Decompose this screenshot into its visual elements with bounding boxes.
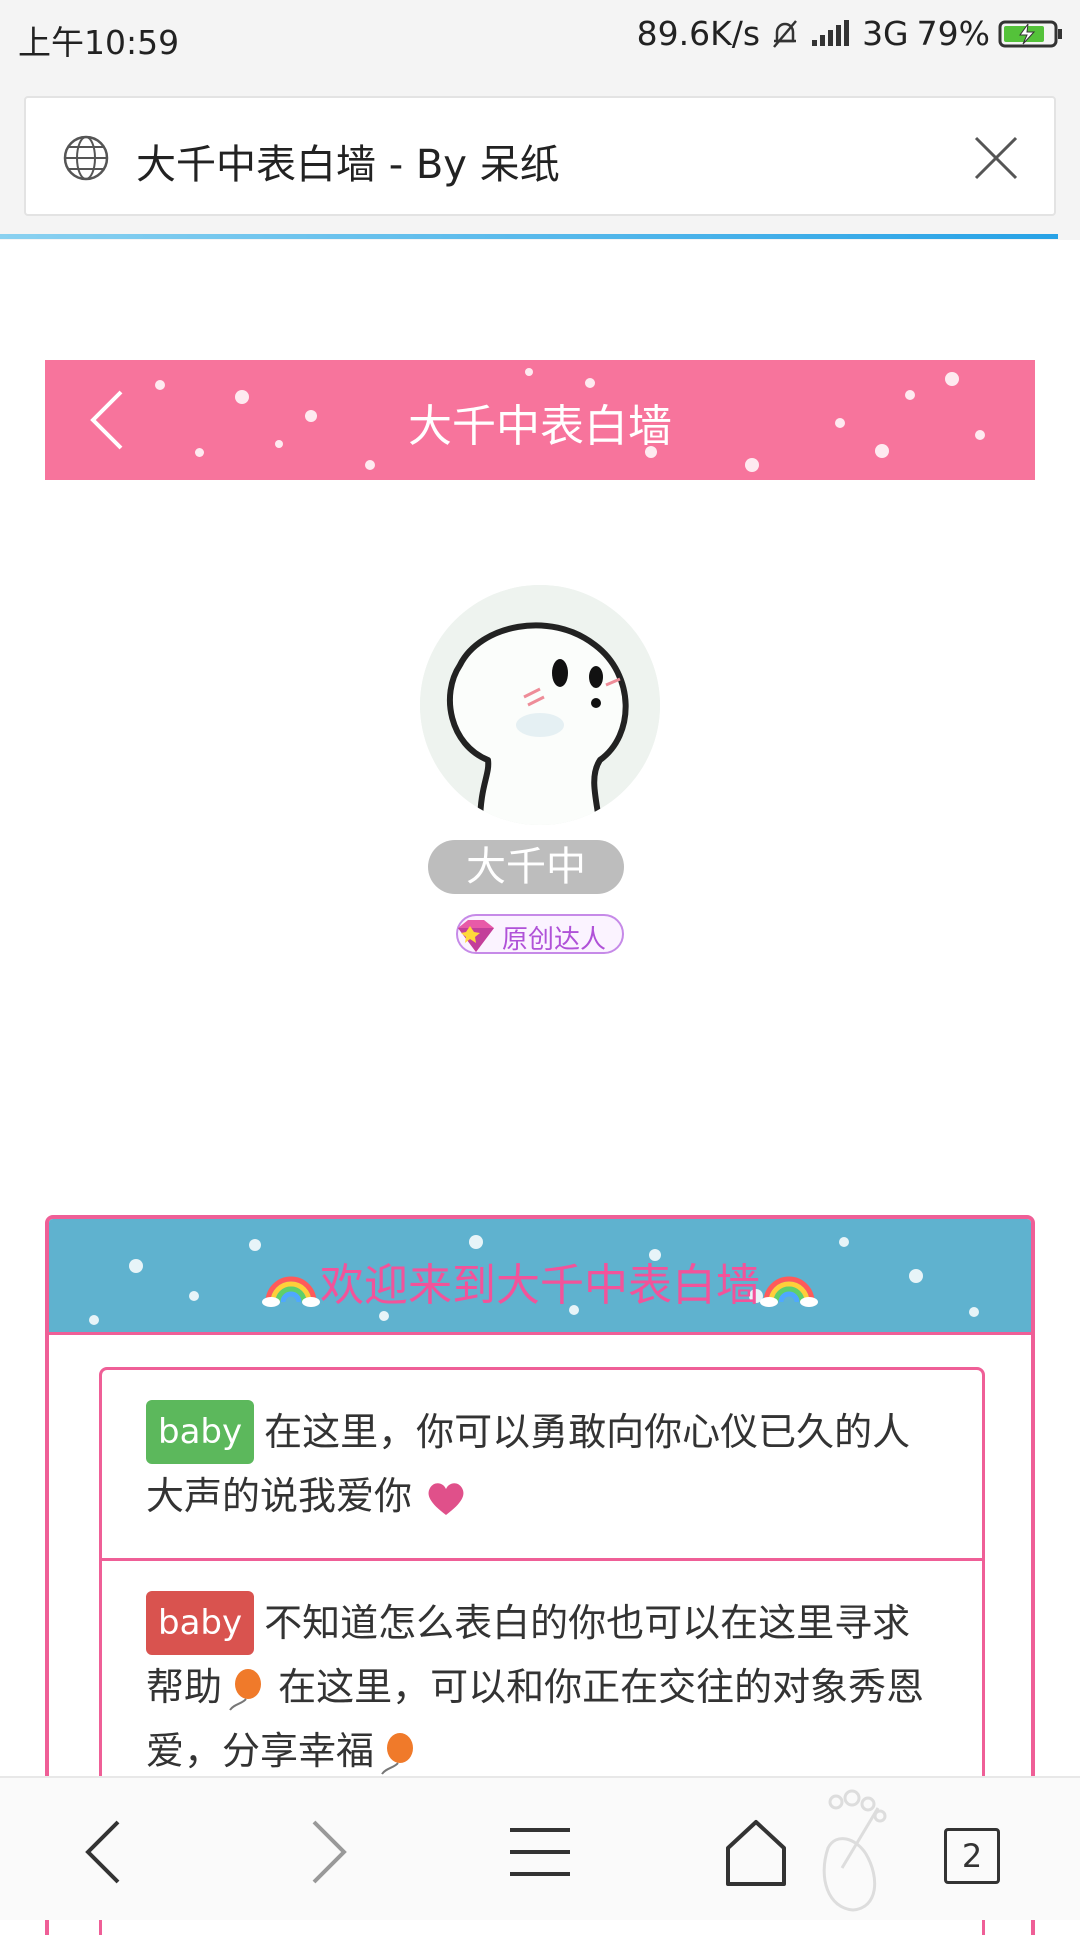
profile-name: 大千中 (428, 840, 624, 894)
baby-tag: baby (146, 1400, 255, 1464)
status-right: 89.6K/s 3G 79% (637, 14, 1064, 53)
close-icon[interactable] (970, 132, 1022, 184)
status-bar: 上午10:59 89.6K/s 3G 79% (0, 0, 1080, 72)
battery-percent: 79% (916, 14, 990, 53)
back-icon[interactable] (66, 1812, 146, 1892)
bottom-nav: 2 (0, 1776, 1080, 1920)
original-creator-badge: 原创达人 (456, 914, 624, 955)
tab-count-button[interactable]: 2 (944, 1828, 1000, 1884)
url-bar[interactable]: 大千中表白墙 - By 呆纸 (24, 96, 1056, 216)
status-time: 上午10:59 (18, 23, 180, 62)
diamond-icon (458, 920, 494, 952)
list-item: baby 不知道怎么表白的你也可以在这里寻求帮助 在这里，可以和你正在交往的对象秀… (102, 1558, 982, 1813)
home-icon[interactable] (716, 1812, 796, 1892)
baby-tag: baby (146, 1591, 255, 1655)
browser-toolbar: 大千中表白墙 - By 呆纸 (0, 72, 1080, 240)
network-speed: 89.6K/s (636, 14, 761, 53)
load-progress-bar (0, 234, 1058, 239)
globe-icon (63, 135, 109, 181)
list-item: baby 在这里，你可以勇敢向你心仪已久的人大声的说我爱你 (102, 1370, 982, 1558)
wall-header: 大千中表白墙 (45, 360, 1035, 480)
forward-icon[interactable] (286, 1812, 366, 1892)
message-text: 在这里，你可以勇敢向你心仪已久的人大声的说我爱你 (146, 1410, 911, 1518)
balloon-icon (229, 1668, 262, 1711)
balloon-icon (381, 1732, 414, 1775)
footprint-icon (822, 1789, 887, 1912)
rainbow-icon (262, 1276, 320, 1307)
avatar-image (420, 585, 660, 825)
signal-icon (812, 19, 850, 46)
network-type: 3G (862, 14, 909, 53)
welcome-header: 欢迎来到大千中表白墙 (49, 1219, 1031, 1335)
rainbow-icon (760, 1276, 818, 1307)
mute-bell-icon (773, 19, 798, 48)
heart-icon (428, 1482, 464, 1515)
avatar[interactable] (420, 585, 660, 825)
header-title: 大千中表白墙 (408, 401, 672, 452)
page-title: 大千中表白墙 - By 呆纸 (136, 142, 560, 188)
menu-icon[interactable] (500, 1812, 580, 1892)
badge-label: 原创达人 (502, 925, 607, 955)
battery-icon (998, 20, 1062, 47)
welcome-title: 欢迎来到大千中表白墙 (320, 1260, 760, 1311)
